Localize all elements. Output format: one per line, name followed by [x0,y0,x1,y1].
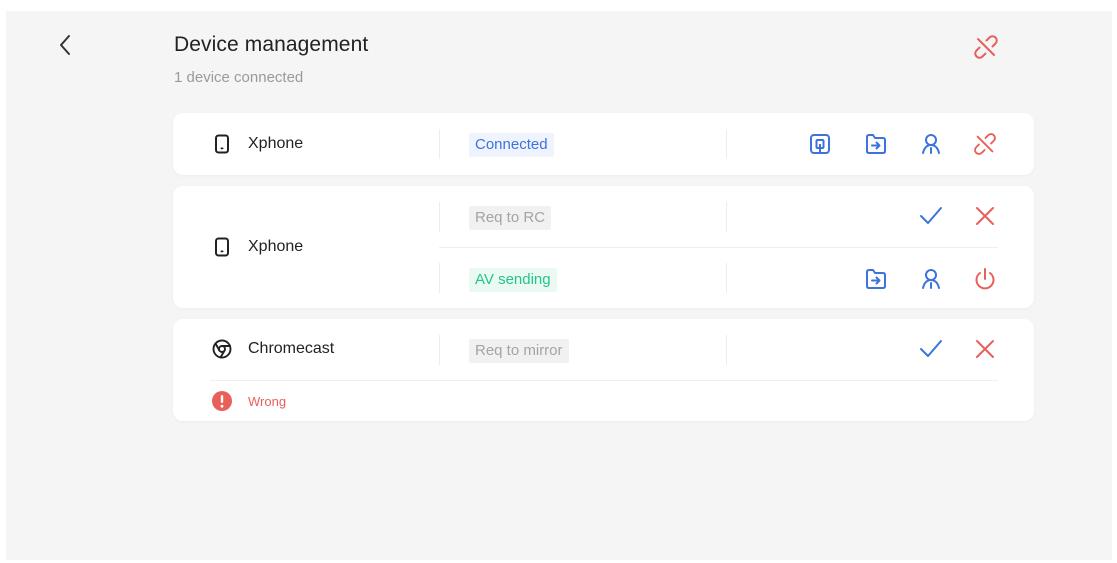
accept-button[interactable] [916,201,946,231]
file-transfer-button[interactable] [861,129,891,159]
user-icon [922,134,940,154]
check-icon [920,340,942,357]
divider [726,335,727,365]
status-badge: Req to mirror [469,339,569,363]
device-info: Xphone [210,132,303,156]
device-name: Chromecast [248,340,335,357]
device-card-chromecast: Chromecast Req to mirror Wrong [173,319,1034,421]
check-icon [920,207,942,224]
row-divider [439,247,998,248]
divider [439,263,440,293]
disconnect-all-button[interactable] [970,31,1002,63]
error-message: Wrong [210,389,286,413]
device-card-xphone-requests: Xphone Req to RC AV sending [173,186,1034,308]
power-icon [975,268,995,290]
device-info: Chromecast [210,337,334,361]
file-transfer-icon [866,269,886,289]
user-icon [922,269,940,289]
power-button[interactable] [970,264,1000,294]
device-name: Xphone [248,135,304,152]
user-button[interactable] [916,264,946,294]
divider [439,202,440,232]
chromecast-icon [210,337,234,361]
device-name: Xphone [248,238,304,255]
close-icon [976,207,994,225]
status-badge: Connected [469,133,554,157]
device-info: Xphone [210,235,303,259]
back-button[interactable] [52,30,78,60]
page-title: Device management [174,33,369,56]
divider [726,129,727,159]
device-card-xphone-connected: Xphone Connected [173,113,1034,175]
row-divider [210,380,998,381]
phone-icon [210,235,234,259]
phone-icon [210,132,234,156]
close-icon [976,340,994,358]
divider [726,202,727,232]
screen-share-button[interactable] [805,129,835,159]
divider [439,129,440,159]
unlink-icon [974,35,998,59]
status-badge: AV sending [469,268,557,292]
divider [439,335,440,365]
status-badge: Req to RC [469,206,552,230]
file-transfer-icon [866,134,886,154]
screen-share-icon [810,134,830,154]
user-button[interactable] [916,129,946,159]
error-text: Wrong [248,393,287,409]
unlink-icon [974,133,996,155]
page-subtitle: 1 device connected [174,69,304,86]
divider [726,263,727,293]
disconnect-button[interactable] [970,129,1000,159]
reject-button[interactable] [970,201,1000,231]
accept-button[interactable] [916,334,946,364]
alert-icon [210,389,234,413]
reject-button[interactable] [970,334,1000,364]
chevron-left-icon [60,35,70,55]
file-transfer-button[interactable] [861,264,891,294]
